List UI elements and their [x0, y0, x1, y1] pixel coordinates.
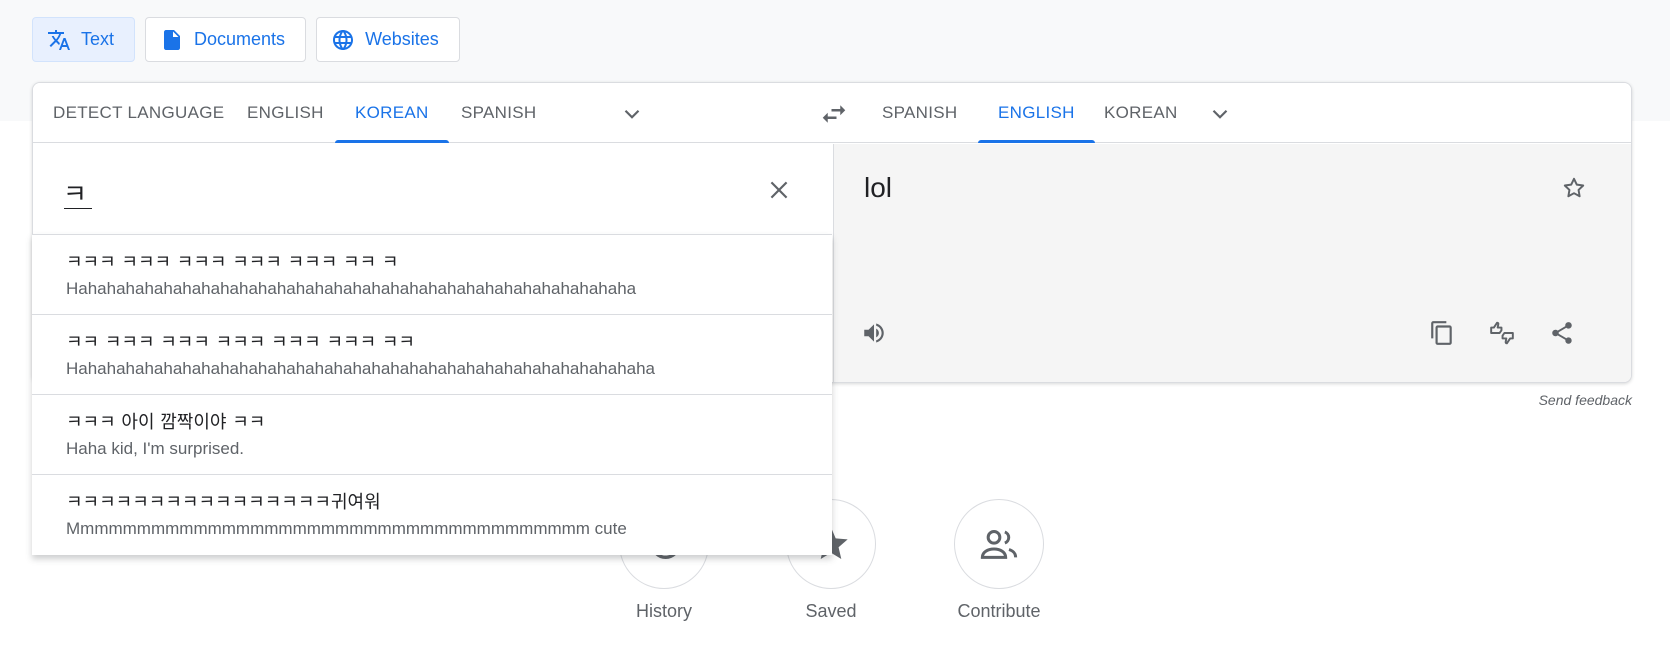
tab-target-english[interactable]: ENGLISH: [978, 83, 1095, 143]
document-icon: [160, 28, 184, 52]
rate-translation-button[interactable]: [1484, 315, 1520, 351]
target-pane: lol: [833, 144, 1631, 382]
tab-source-detect-language[interactable]: DETECT LANGUAGE: [33, 83, 244, 143]
tab-target-korean[interactable]: KOREAN: [1084, 83, 1198, 143]
tab-target-spanish[interactable]: SPANISH: [862, 83, 977, 143]
mode-text-button[interactable]: Text: [32, 17, 136, 62]
swap-languages-icon[interactable]: [819, 99, 849, 129]
tab-source-english[interactable]: ENGLISH: [227, 83, 344, 143]
suggestion-source-text: ㅋㅋㅋ 아이 깜짝이야 ㅋㅋ: [66, 412, 266, 433]
mode-bar: Text Documents Websites: [32, 17, 460, 62]
suggestion-source-text: ㅋㅋㅋㅋㅋㅋㅋㅋㅋㅋㅋㅋㅋㅋㅋㅋ귀여워: [66, 492, 381, 513]
save-translation-button[interactable]: [1556, 170, 1592, 206]
star-outline-icon: [1561, 175, 1587, 201]
translate-icon: [47, 28, 71, 52]
listen-translation-button[interactable]: [856, 315, 892, 351]
ime-composition-underline: [64, 208, 92, 209]
translation-output: lol: [864, 172, 893, 203]
mode-documents-label: Documents: [194, 29, 286, 49]
tab-source-korean[interactable]: KOREAN: [335, 83, 449, 143]
share-icon: [1549, 320, 1575, 346]
mode-text-label: Text: [81, 29, 115, 49]
suggestion-translation-text: Haha kid, I'm surprised.: [66, 439, 245, 458]
suggestion-translation-text: Hahahahahahahahahahahahahahahahahahahaha…: [66, 279, 637, 298]
contribute-circle: [954, 499, 1044, 589]
send-feedback-link[interactable]: Send feedback: [1539, 392, 1632, 408]
contribute-label: Contribute: [957, 601, 1041, 621]
language-bar: DETECT LANGUAGE ENGLISH KOREAN SPANISH S…: [33, 83, 1631, 143]
thumbs-up-down-icon: [1489, 320, 1515, 346]
suggestion-translation-text: Mmmmmmmmmmmmmmmmmmmmmmmmmmmmmmmmmmmmm cu…: [66, 519, 627, 538]
copy-icon: [1429, 320, 1455, 346]
history-label: History: [635, 601, 692, 621]
close-icon: [766, 177, 792, 203]
suggestion-source-text: ㅋㅋ ㅋㅋㅋ ㅋㅋㅋ ㅋㅋㅋ ㅋㅋㅋ ㅋㅋㅋ ㅋㅋ: [66, 332, 415, 353]
source-text-input[interactable]: [63, 172, 703, 212]
suggestion-item[interactable]: ㅋㅋㅋ 아이 깜짝이야 ㅋㅋ Haha kid, I'm surprised.: [32, 395, 832, 475]
mode-websites-label: Websites: [365, 29, 439, 49]
people-icon: [979, 524, 1019, 564]
suggestion-item[interactable]: ㅋㅋㅋ ㅋㅋㅋ ㅋㅋㅋ ㅋㅋㅋ ㅋㅋㅋ ㅋㅋ ㅋ Hahahahahahahah…: [32, 235, 832, 315]
suggestion-source-text: ㅋㅋㅋ ㅋㅋㅋ ㅋㅋㅋ ㅋㅋㅋ ㅋㅋㅋ ㅋㅋ ㅋ: [66, 252, 399, 273]
tab-source-spanish[interactable]: SPANISH: [441, 83, 556, 143]
saved-label: Saved: [805, 601, 857, 621]
globe-icon: [331, 28, 355, 52]
suggestion-item[interactable]: ㅋㅋㅋㅋㅋㅋㅋㅋㅋㅋㅋㅋㅋㅋㅋㅋ귀여워 Mmmmmmmmmmmmmmmmmmmm…: [32, 475, 832, 555]
target-more-languages-chevron-icon[interactable]: [1207, 101, 1233, 127]
input-suggestions-dropdown: ㅋㅋㅋ ㅋㅋㅋ ㅋㅋㅋ ㅋㅋㅋ ㅋㅋㅋ ㅋㅋ ㅋ Hahahahahahahah…: [32, 234, 832, 555]
contribute-button[interactable]: Contribute: [929, 499, 1069, 622]
mode-documents-button[interactable]: Documents: [145, 17, 307, 62]
suggestion-translation-text: Hahahahahahahahahahahahahahahahahahahaha…: [66, 359, 656, 378]
copy-translation-button[interactable]: [1424, 315, 1460, 351]
clear-source-button[interactable]: [761, 172, 797, 208]
share-translation-button[interactable]: [1544, 315, 1580, 351]
suggestion-item[interactable]: ㅋㅋ ㅋㅋㅋ ㅋㅋㅋ ㅋㅋㅋ ㅋㅋㅋ ㅋㅋㅋ ㅋㅋ Hahahahahahaha…: [32, 315, 832, 395]
speaker-icon: [861, 320, 887, 346]
source-more-languages-chevron-icon[interactable]: [619, 101, 645, 127]
mode-websites-button[interactable]: Websites: [316, 17, 460, 62]
